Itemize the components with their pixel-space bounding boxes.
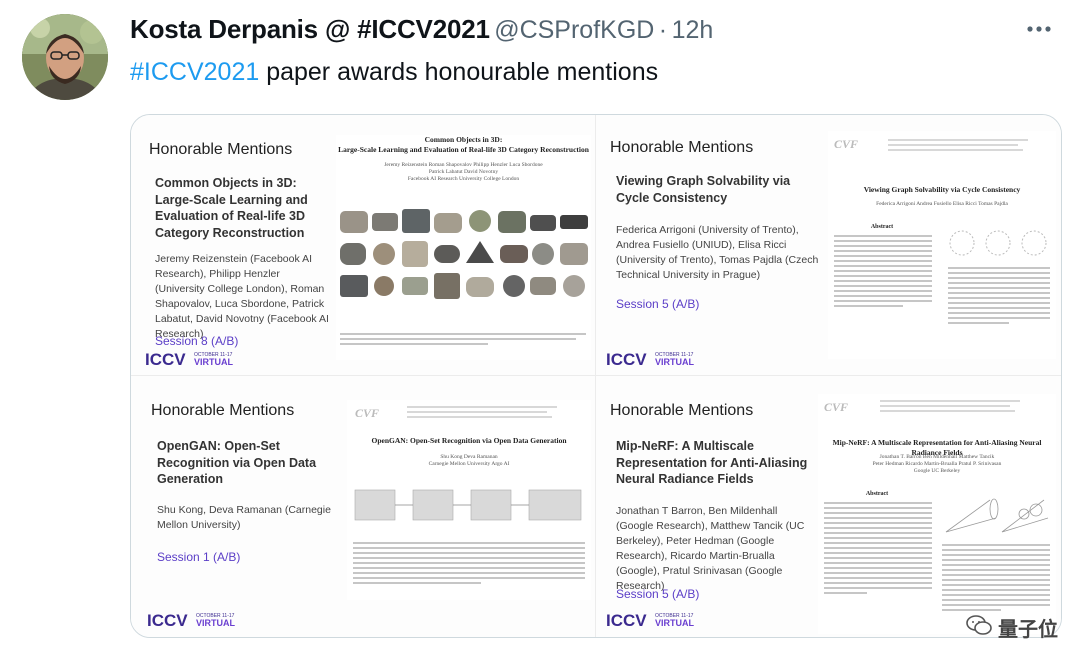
slide-heading: Honorable Mentions [149, 141, 293, 158]
tweet-timestamp[interactable]: 12h [672, 16, 714, 44]
iccv-wordmark: ICCV [145, 350, 186, 369]
slide-heading: Honorable Mentions [610, 402, 754, 419]
paper-preview-authors: Jonathan T. Barron Ben Mildenhall Matthe… [872, 454, 1002, 474]
cvf-logo: CVF [834, 137, 859, 151]
hashtag-link[interactable]: #ICCV2021 [130, 58, 259, 86]
wechat-icon [966, 614, 992, 641]
session-label: Session 5 (A/B) [616, 297, 700, 311]
paper-title: Mip-NeRF: A Multiscale Representation fo… [616, 439, 808, 486]
session-label: Session 1 (A/B) [157, 550, 241, 564]
object-thumbnails [340, 209, 588, 299]
watermark-text: 量子位 [998, 619, 1058, 641]
paper-preview: Common Objects in 3D: Large-Scale Learni… [336, 135, 591, 360]
abstract-heading: Abstract [865, 491, 889, 497]
grid-divider-vertical [595, 115, 596, 637]
iccv-logo: ICCV OCTOBER 11-17 VIRTUAL [135, 608, 255, 635]
session-label: Session 5 (A/B) [616, 587, 700, 601]
author-handle[interactable]: @CSProfKGD [494, 16, 654, 44]
paper-authors: Federica Arrigoni (University of Trento)… [616, 224, 819, 281]
svg-text:VIRTUAL: VIRTUAL [196, 618, 235, 628]
paper-preview-authors: Jeremy Reizenstein Roman Shapovalov Phil… [384, 162, 543, 182]
tweet-body: paper awards honourable mentions [259, 58, 659, 86]
svg-text:ICCV: ICCV [147, 611, 188, 630]
paper-preview: CVF OpenGAN: Open-Set Recognition via Op… [347, 400, 591, 600]
award-slide-co3d[interactable]: Honorable Mentions Common Objects in 3D:… [131, 115, 596, 376]
grid-divider-horizontal [131, 375, 1061, 376]
paper-preview-authors: Federica Arrigoni Andrea Fusiello Elisa … [876, 201, 1008, 207]
iccv-logo: ICCV OCTOBER 11-17 VIRTUAL [137, 347, 247, 374]
award-slide-viewing-graph[interactable]: Honorable Mentions Viewing Graph Solvabi… [596, 115, 1061, 376]
cone-figure [945, 498, 1049, 533]
award-slide-mip-nerf[interactable]: Honorable Mentions Mip-NeRF: A Multiscal… [596, 376, 1061, 637]
cvf-logo: CVF [355, 406, 380, 420]
cvf-logo: CVF [824, 400, 849, 414]
method-figure [354, 489, 582, 521]
iccv-logo: ICCV OCTOBER 11-17 VIRTUAL [598, 608, 718, 635]
tweet-media-grid[interactable]: Honorable Mentions Common Objects in 3D:… [130, 114, 1062, 638]
paper-preview: CVF Mip-NeRF: A Multiscale Representatio… [818, 394, 1056, 634]
paper-preview: CVF Viewing Graph Solvability via Cycle … [828, 131, 1056, 359]
iccv-logo: ICCV OCTOBER 11-17 VIRTUAL [598, 347, 708, 374]
svg-text:VIRTUAL: VIRTUAL [194, 357, 233, 367]
paper-preview-authors: Shu Kong Deva Ramanan Carnegie Mellon Un… [428, 454, 510, 467]
separator-dot: · [658, 16, 668, 44]
paper-title: Common Objects in 3D: Large-Scale Learni… [155, 176, 308, 240]
author-name[interactable]: Kosta Derpanis @ #ICCV2021 [130, 14, 490, 44]
svg-text:VIRTUAL: VIRTUAL [655, 618, 694, 628]
graph-figure [949, 230, 1047, 256]
paper-title: Viewing Graph Solvability via Cycle Cons… [616, 174, 791, 205]
slide-heading: Honorable Mentions [610, 139, 754, 156]
abstract-heading: Abstract [870, 224, 894, 230]
svg-text:VIRTUAL: VIRTUAL [655, 357, 694, 367]
slide-heading: Honorable Mentions [151, 402, 295, 419]
svg-text:ICCV: ICCV [606, 611, 647, 630]
paper-authors: Shu Kong, Deva Ramanan (Carnegie Mellon … [157, 504, 331, 531]
paper-preview-title: OpenGAN: Open-Set Recognition via Open D… [371, 436, 567, 445]
paper-preview-title: Viewing Graph Solvability via Cycle Cons… [863, 185, 1021, 194]
paper-preview-title: Common Objects in 3D: Large-Scale Learni… [338, 135, 589, 154]
award-slide-opengan[interactable]: Honorable Mentions OpenGAN: Open-Set Rec… [131, 376, 596, 637]
more-options-icon[interactable] [1026, 20, 1052, 38]
watermark: 量子位 [966, 613, 1058, 642]
session-label: Session 8 (A/B) [155, 334, 239, 348]
paper-title: OpenGAN: Open-Set Recognition via Open D… [157, 439, 317, 486]
paper-authors: Jeremy Reizenstein (Facebook AI Research… [155, 253, 329, 340]
paper-authors: Jonathan T Barron, Ben Mildenhall (Googl… [616, 505, 805, 592]
tweet-header: Kosta Derpanis @ #ICCV2021 @CSProfKGD · … [130, 14, 1060, 50]
tweet-text: #ICCV2021 paper awards honourable mentio… [130, 58, 658, 87]
svg-text:ICCV: ICCV [606, 350, 647, 369]
profile-avatar[interactable] [22, 14, 108, 100]
